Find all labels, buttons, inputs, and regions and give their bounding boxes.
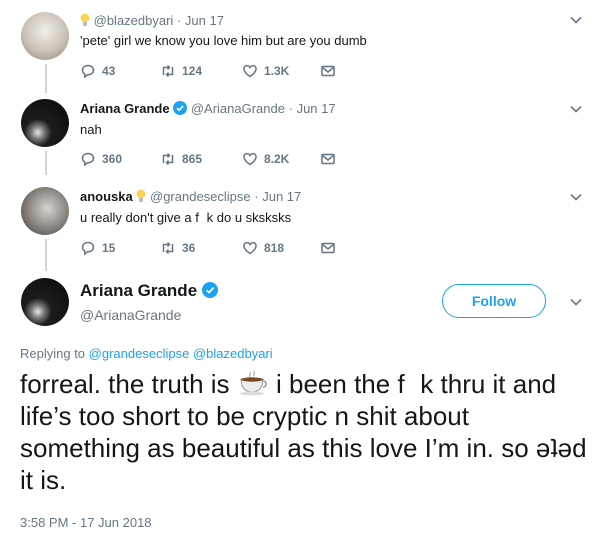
reply-count: 360 <box>102 152 123 166</box>
heart-icon <box>243 152 257 166</box>
tweet-header: @blazedbyari · Jun 17 <box>80 13 224 28</box>
replying-to-link[interactable]: @grandeseclipse <box>89 346 190 361</box>
thread-line <box>45 151 47 175</box>
tweet-date[interactable]: Jun 17 <box>185 13 224 28</box>
reply-button[interactable]: 15 <box>80 240 115 256</box>
user-handle[interactable]: @grandeseclipse <box>150 189 251 204</box>
like-count: 8.2K <box>264 152 290 166</box>
envelope-icon <box>321 65 335 77</box>
chevron-down-icon[interactable] <box>569 102 583 116</box>
message-button[interactable] <box>320 63 336 79</box>
thread-line <box>45 85 47 93</box>
main-tweet-text: forreal. the truth is i been the f k thr… <box>20 368 590 496</box>
like-count: 1.3K <box>264 64 290 78</box>
avatar-grandeseclipse[interactable] <box>21 187 69 235</box>
main-tweet-text-part: forreal. the truth is <box>20 369 230 399</box>
user-handle[interactable]: @ArianaGrande <box>191 101 285 116</box>
reply-icon <box>81 152 95 167</box>
tweet-text: 'pete' girl we know you love him but are… <box>80 33 367 48</box>
retweet-button[interactable]: 865 <box>160 151 202 167</box>
reply-icon <box>81 241 95 256</box>
tea-cup-emoji-icon <box>239 370 267 396</box>
avatar-blazedbyari[interactable] <box>21 12 69 60</box>
display-name[interactable]: anouska <box>80 189 133 204</box>
thread-line <box>45 64 47 86</box>
user-handle[interactable]: @blazedbyari <box>94 13 174 28</box>
envelope-icon <box>321 153 335 165</box>
lightbulb-icon <box>80 13 90 26</box>
reply-button[interactable]: 360 <box>80 151 122 167</box>
reply-icon <box>81 64 95 79</box>
retweet-count: 124 <box>182 64 203 78</box>
avatar-arianagrande[interactable] <box>21 278 69 326</box>
retweet-count: 36 <box>182 241 196 255</box>
reply-button[interactable]: 43 <box>80 63 115 79</box>
heart-icon <box>243 64 257 78</box>
tweet-timestamp[interactable]: 3:58 PM - 17 Jun 2018 <box>20 515 152 530</box>
retweet-icon <box>162 241 174 255</box>
tweet-date[interactable]: Jun 17 <box>262 189 301 204</box>
retweet-icon <box>162 64 174 78</box>
like-button[interactable]: 818 <box>242 240 284 256</box>
reply-count: 43 <box>102 64 116 78</box>
tweet-text: u really don't give a f k do u sksksks <box>80 210 292 225</box>
tweet-text: nah <box>80 122 102 137</box>
like-button[interactable]: 1.3K <box>242 63 289 79</box>
replying-to-line: Replying to @grandeseclipse @blazedbyari <box>20 346 273 361</box>
tweet-actions: 360 865 8.2K <box>80 151 380 169</box>
tweet-actions: 43 124 1.3K <box>80 63 380 81</box>
chevron-down-icon[interactable] <box>569 295 583 309</box>
main-tweet-header: Ariana Grande <box>80 281 218 301</box>
verified-badge-icon <box>201 282 218 298</box>
tweet-header: anouska @grandeseclipse · Jun 17 <box>80 189 302 204</box>
reply-count: 15 <box>102 241 116 255</box>
tweet-actions: 15 36 818 <box>80 240 380 258</box>
chevron-down-icon[interactable] <box>569 190 583 204</box>
retweet-icon <box>162 152 174 166</box>
envelope-icon <box>321 242 335 254</box>
message-button[interactable] <box>320 240 336 256</box>
lightbulb-icon <box>136 189 146 202</box>
avatar-arianagrande[interactable] <box>21 99 69 147</box>
follow-button[interactable]: Follow <box>442 284 546 318</box>
display-name[interactable]: Ariana Grande <box>80 281 197 300</box>
message-button[interactable] <box>320 151 336 167</box>
like-button[interactable]: 8.2K <box>242 151 289 167</box>
thread-line <box>45 239 47 271</box>
chevron-down-icon[interactable] <box>569 13 583 27</box>
like-count: 818 <box>264 241 285 255</box>
replying-to-link[interactable]: @blazedbyari <box>193 346 273 361</box>
heart-icon <box>243 241 257 255</box>
retweet-button[interactable]: 36 <box>160 240 195 256</box>
verified-badge-icon <box>173 101 188 115</box>
replying-prefix: Replying to <box>20 346 86 361</box>
retweet-count: 865 <box>182 152 203 166</box>
retweet-button[interactable]: 124 <box>160 63 202 79</box>
tweet-date[interactable]: Jun 17 <box>297 101 336 116</box>
tweet-header: Ariana Grande @ArianaGrande · Jun 17 <box>80 101 336 116</box>
display-name[interactable]: Ariana Grande <box>80 101 170 116</box>
user-handle[interactable]: @ArianaGrande <box>80 307 181 323</box>
